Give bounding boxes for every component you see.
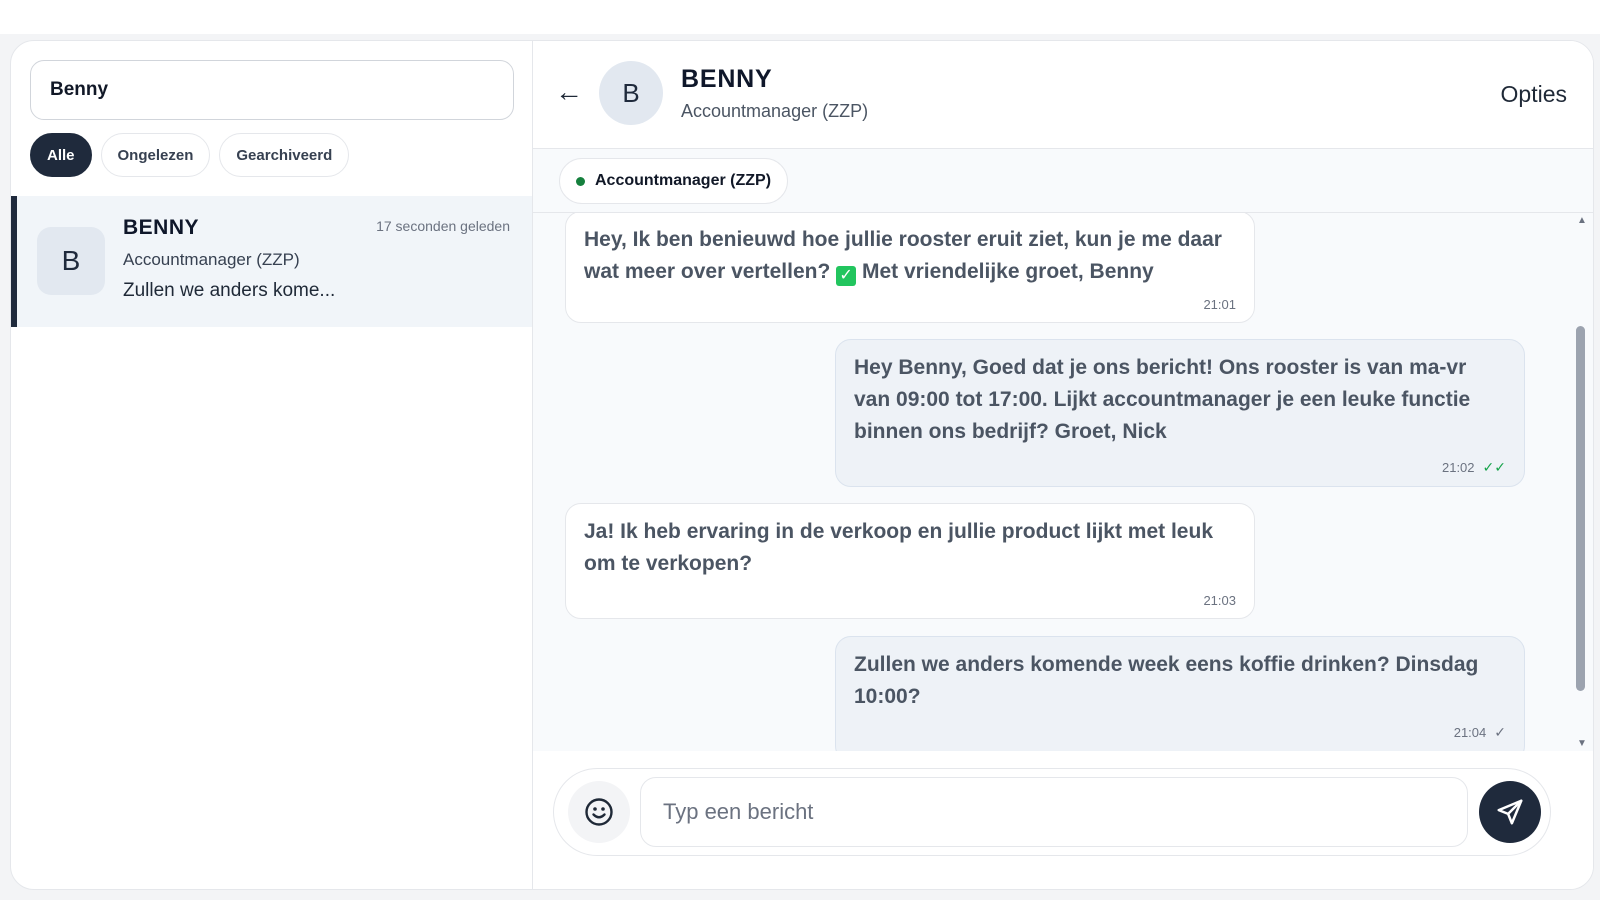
message-meta: 21:01 — [1203, 297, 1236, 312]
scroll-up-arrow-icon[interactable]: ▲ — [1577, 215, 1587, 226]
scroll-thumb[interactable] — [1576, 326, 1585, 691]
options-button[interactable]: Opties — [1501, 81, 1567, 108]
message-text: Zullen we anders komende week eens koffi… — [854, 653, 1479, 708]
contact-role: Accountmanager (ZZP) — [681, 101, 869, 121]
double-check-icon: ✓✓ — [1482, 459, 1506, 475]
conversation-time: 17 seconden geleden — [376, 218, 510, 234]
message-incoming: Ja! Ik heb ervaring in de verkoop en jul… — [565, 503, 1255, 619]
avatar: B — [37, 227, 105, 295]
top-strip — [0, 0, 1600, 34]
avatar: B — [599, 61, 663, 125]
send-button[interactable] — [1479, 781, 1541, 843]
message-meta: 21:03 — [1203, 593, 1236, 608]
message-meta: 21:04 ✓ — [1454, 724, 1506, 741]
conversation-item-benny[interactable]: B BENNY 17 seconden geleden Accountmanag… — [11, 196, 532, 327]
message-outgoing: Zullen we anders komende week eens koffi… — [835, 636, 1525, 751]
back-arrow-icon[interactable]: ← — [555, 76, 583, 108]
scroll-down-arrow-icon[interactable]: ▼ — [1577, 738, 1587, 749]
filter-all[interactable]: Alle — [30, 133, 92, 177]
scrollbar[interactable]: ▲ ▼ — [1571, 213, 1593, 751]
search-input[interactable] — [30, 60, 514, 120]
conversation-role: Accountmanager (ZZP) — [123, 250, 300, 269]
message-text: Hey Benny, Goed dat je ons bericht! Ons … — [854, 356, 1471, 443]
message-composer — [553, 768, 1551, 856]
check-mark-emoji-icon: ✓ — [836, 266, 857, 286]
message-time: 21:01 — [1203, 297, 1236, 312]
context-bar: Accountmanager (ZZP) — [533, 149, 1593, 213]
message-time: 21:03 — [1203, 593, 1236, 608]
filter-unread[interactable]: Ongelezen — [100, 133, 211, 177]
message-outgoing: Hey Benny, Goed dat je ons bericht! Ons … — [835, 339, 1525, 487]
chat-header: ← B BENNY Accountmanager (ZZP) Opties — [533, 41, 1593, 149]
vacancy-chip[interactable]: Accountmanager (ZZP) — [559, 158, 789, 204]
chat-app: Alle Ongelezen Gearchiveerd B BENNY 17 s… — [10, 40, 1594, 890]
status-dot-icon — [576, 176, 585, 186]
message-list[interactable]: Hey, Ik ben benieuwd hoe jullie rooster … — [533, 213, 1593, 751]
message-input[interactable] — [640, 777, 1468, 847]
smiley-icon — [585, 798, 613, 826]
conversation-preview: Zullen we anders kome... — [123, 280, 336, 301]
chat-pane: ← B BENNY Accountmanager (ZZP) Opties Ac… — [533, 41, 1593, 889]
message-text: Hey, Ik ben benieuwd hoe jullie rooster … — [584, 228, 1222, 286]
filter-chips: Alle Ongelezen Gearchiveerd — [30, 133, 350, 177]
vacancy-chip-label: Accountmanager (ZZP) — [595, 172, 772, 189]
message-time: 21:04 — [1453, 725, 1487, 740]
contact-name: BENNY — [681, 65, 773, 93]
conversation-sidebar: Alle Ongelezen Gearchiveerd B BENNY 17 s… — [11, 41, 533, 889]
conversation-name: BENNY — [123, 216, 200, 239]
filter-archived[interactable]: Gearchiveerd — [219, 133, 350, 177]
single-check-icon: ✓ — [1494, 724, 1506, 740]
message-incoming: Hey, Ik ben benieuwd hoe jullie rooster … — [565, 213, 1255, 323]
message-text: Ja! Ik heb ervaring in de verkoop en jul… — [584, 520, 1213, 575]
send-icon — [1497, 799, 1523, 825]
emoji-button[interactable] — [568, 781, 630, 843]
message-time: 21:02 — [1441, 460, 1475, 475]
message-meta: 21:02 ✓✓ — [1442, 459, 1506, 476]
